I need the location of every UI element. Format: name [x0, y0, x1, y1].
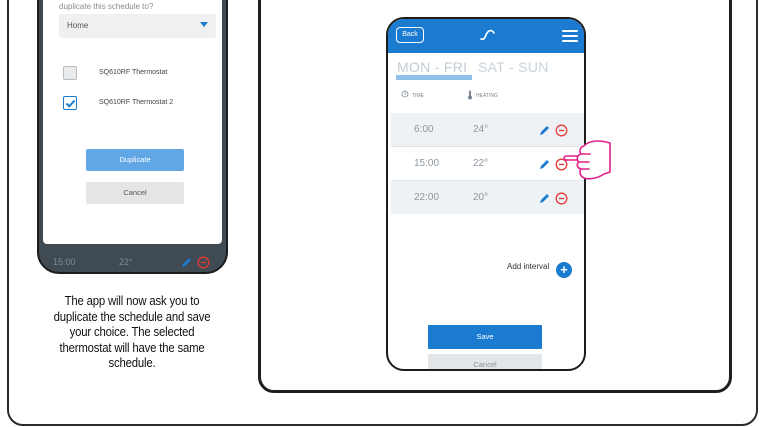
tab-mon-fri[interactable]: MON - FRI: [397, 59, 467, 75]
duplicate-button[interactable]: Duplicate: [86, 149, 184, 171]
tab-sat-sun[interactable]: SAT - SUN: [478, 59, 549, 75]
home-select[interactable]: Home: [59, 14, 216, 38]
row-time: 6:00: [414, 124, 434, 135]
remove-circle-icon[interactable]: [555, 192, 568, 205]
row-temperature: 20°: [473, 192, 489, 203]
caret-down-icon: [200, 22, 208, 27]
row-temperature: 22°: [473, 158, 489, 169]
duplicate-dialog: duplicate this schedule to? Home SQ610RF…: [43, 0, 222, 244]
remove-circle-icon[interactable]: [555, 124, 568, 137]
pencil-icon[interactable]: [538, 158, 551, 171]
row-time: 22:00: [414, 192, 440, 203]
thermostat-option-label: SQ610RF Thermostat: [99, 69, 168, 76]
checkmark-icon: [65, 99, 76, 108]
row-temperature: 24°: [473, 124, 489, 135]
add-interval-button[interactable]: +: [556, 262, 572, 278]
pencil-icon[interactable]: [180, 256, 193, 269]
cancel-button[interactable]: Cancel: [428, 354, 542, 369]
app-header: Back: [388, 19, 584, 53]
schedule-row: 6:00 24°: [391, 113, 584, 146]
home-select-value: Home: [67, 21, 89, 30]
salus-logo-icon: [480, 29, 495, 41]
schedule-row: 15:00 22°: [391, 147, 584, 180]
time-column-header: TIME: [412, 93, 424, 99]
pencil-icon[interactable]: [538, 192, 551, 205]
checked-checkbox[interactable]: [63, 96, 77, 110]
clock-icon: [401, 90, 409, 98]
active-tab-indicator: [396, 75, 472, 80]
add-interval-label[interactable]: Add interval: [507, 262, 549, 271]
thermostat-option-label: SQ610RF Thermostat 2: [99, 99, 174, 106]
schedule-row: 15:00 22°: [39, 252, 226, 272]
dialog-cancel-button[interactable]: Cancel: [86, 182, 184, 204]
unchecked-checkbox[interactable]: [63, 66, 77, 80]
thermometer-icon: [468, 90, 472, 100]
dialog-question: duplicate this schedule to?: [59, 2, 154, 11]
plus-icon: +: [560, 262, 568, 277]
schedule-row: 22:00 20°: [391, 181, 584, 214]
row-time: 15:00: [414, 158, 440, 169]
row-temperature: 22°: [119, 257, 133, 267]
pointing-hand-icon: [563, 140, 611, 180]
left-phone: duplicate this schedule to? Home SQ610RF…: [37, 0, 228, 274]
instruction-caption: The app will now ask you to duplicate th…: [53, 293, 211, 370]
pencil-icon[interactable]: [538, 124, 551, 137]
remove-circle-icon[interactable]: [197, 256, 210, 269]
hamburger-menu-icon[interactable]: [562, 30, 578, 45]
row-time: 15:00: [53, 257, 76, 267]
right-phone: Back MON - FRI SAT - SUN TIME HEATING 6:…: [386, 17, 586, 371]
back-button[interactable]: Back: [396, 27, 424, 43]
save-button[interactable]: Save: [428, 325, 542, 349]
heating-column-header: HEATING: [476, 93, 498, 99]
